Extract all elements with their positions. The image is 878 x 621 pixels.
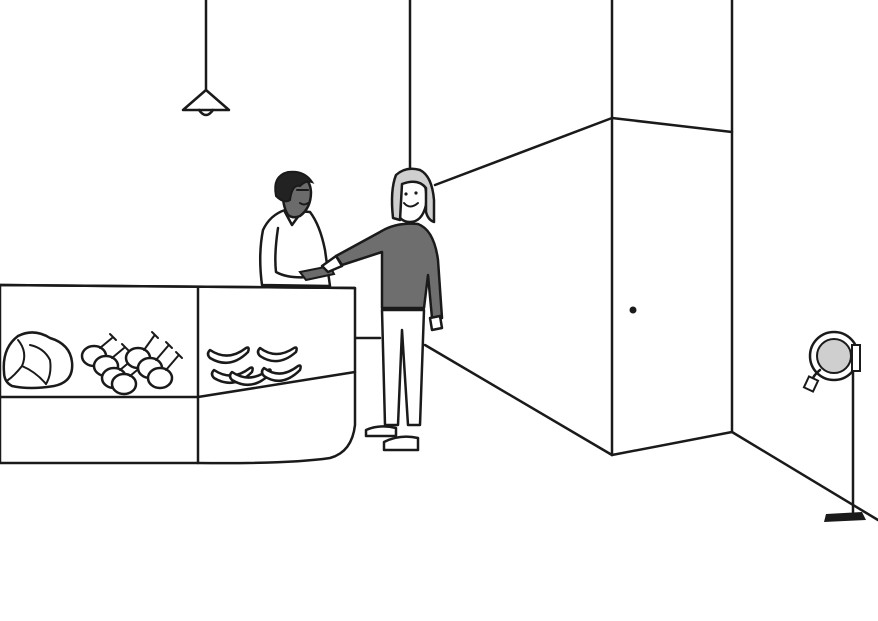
door (629, 306, 637, 314)
customer-left-hand (428, 314, 444, 332)
pendant-lamp-icon (181, 0, 231, 117)
butcher-shop-scene (0, 0, 878, 522)
customer-pants (380, 308, 426, 427)
hose-reel-base (824, 512, 866, 522)
butcher-figure (259, 170, 336, 288)
door-knob (629, 306, 637, 314)
floor-wall-line-right (730, 430, 878, 522)
floor-wall-line-left (423, 343, 614, 457)
floor-pillar-line (610, 430, 734, 457)
pillar-top-line (610, 116, 734, 134)
customer-shoe-left (364, 425, 398, 438)
wall-top-line (433, 116, 614, 187)
customer-shoe-right (382, 435, 420, 452)
